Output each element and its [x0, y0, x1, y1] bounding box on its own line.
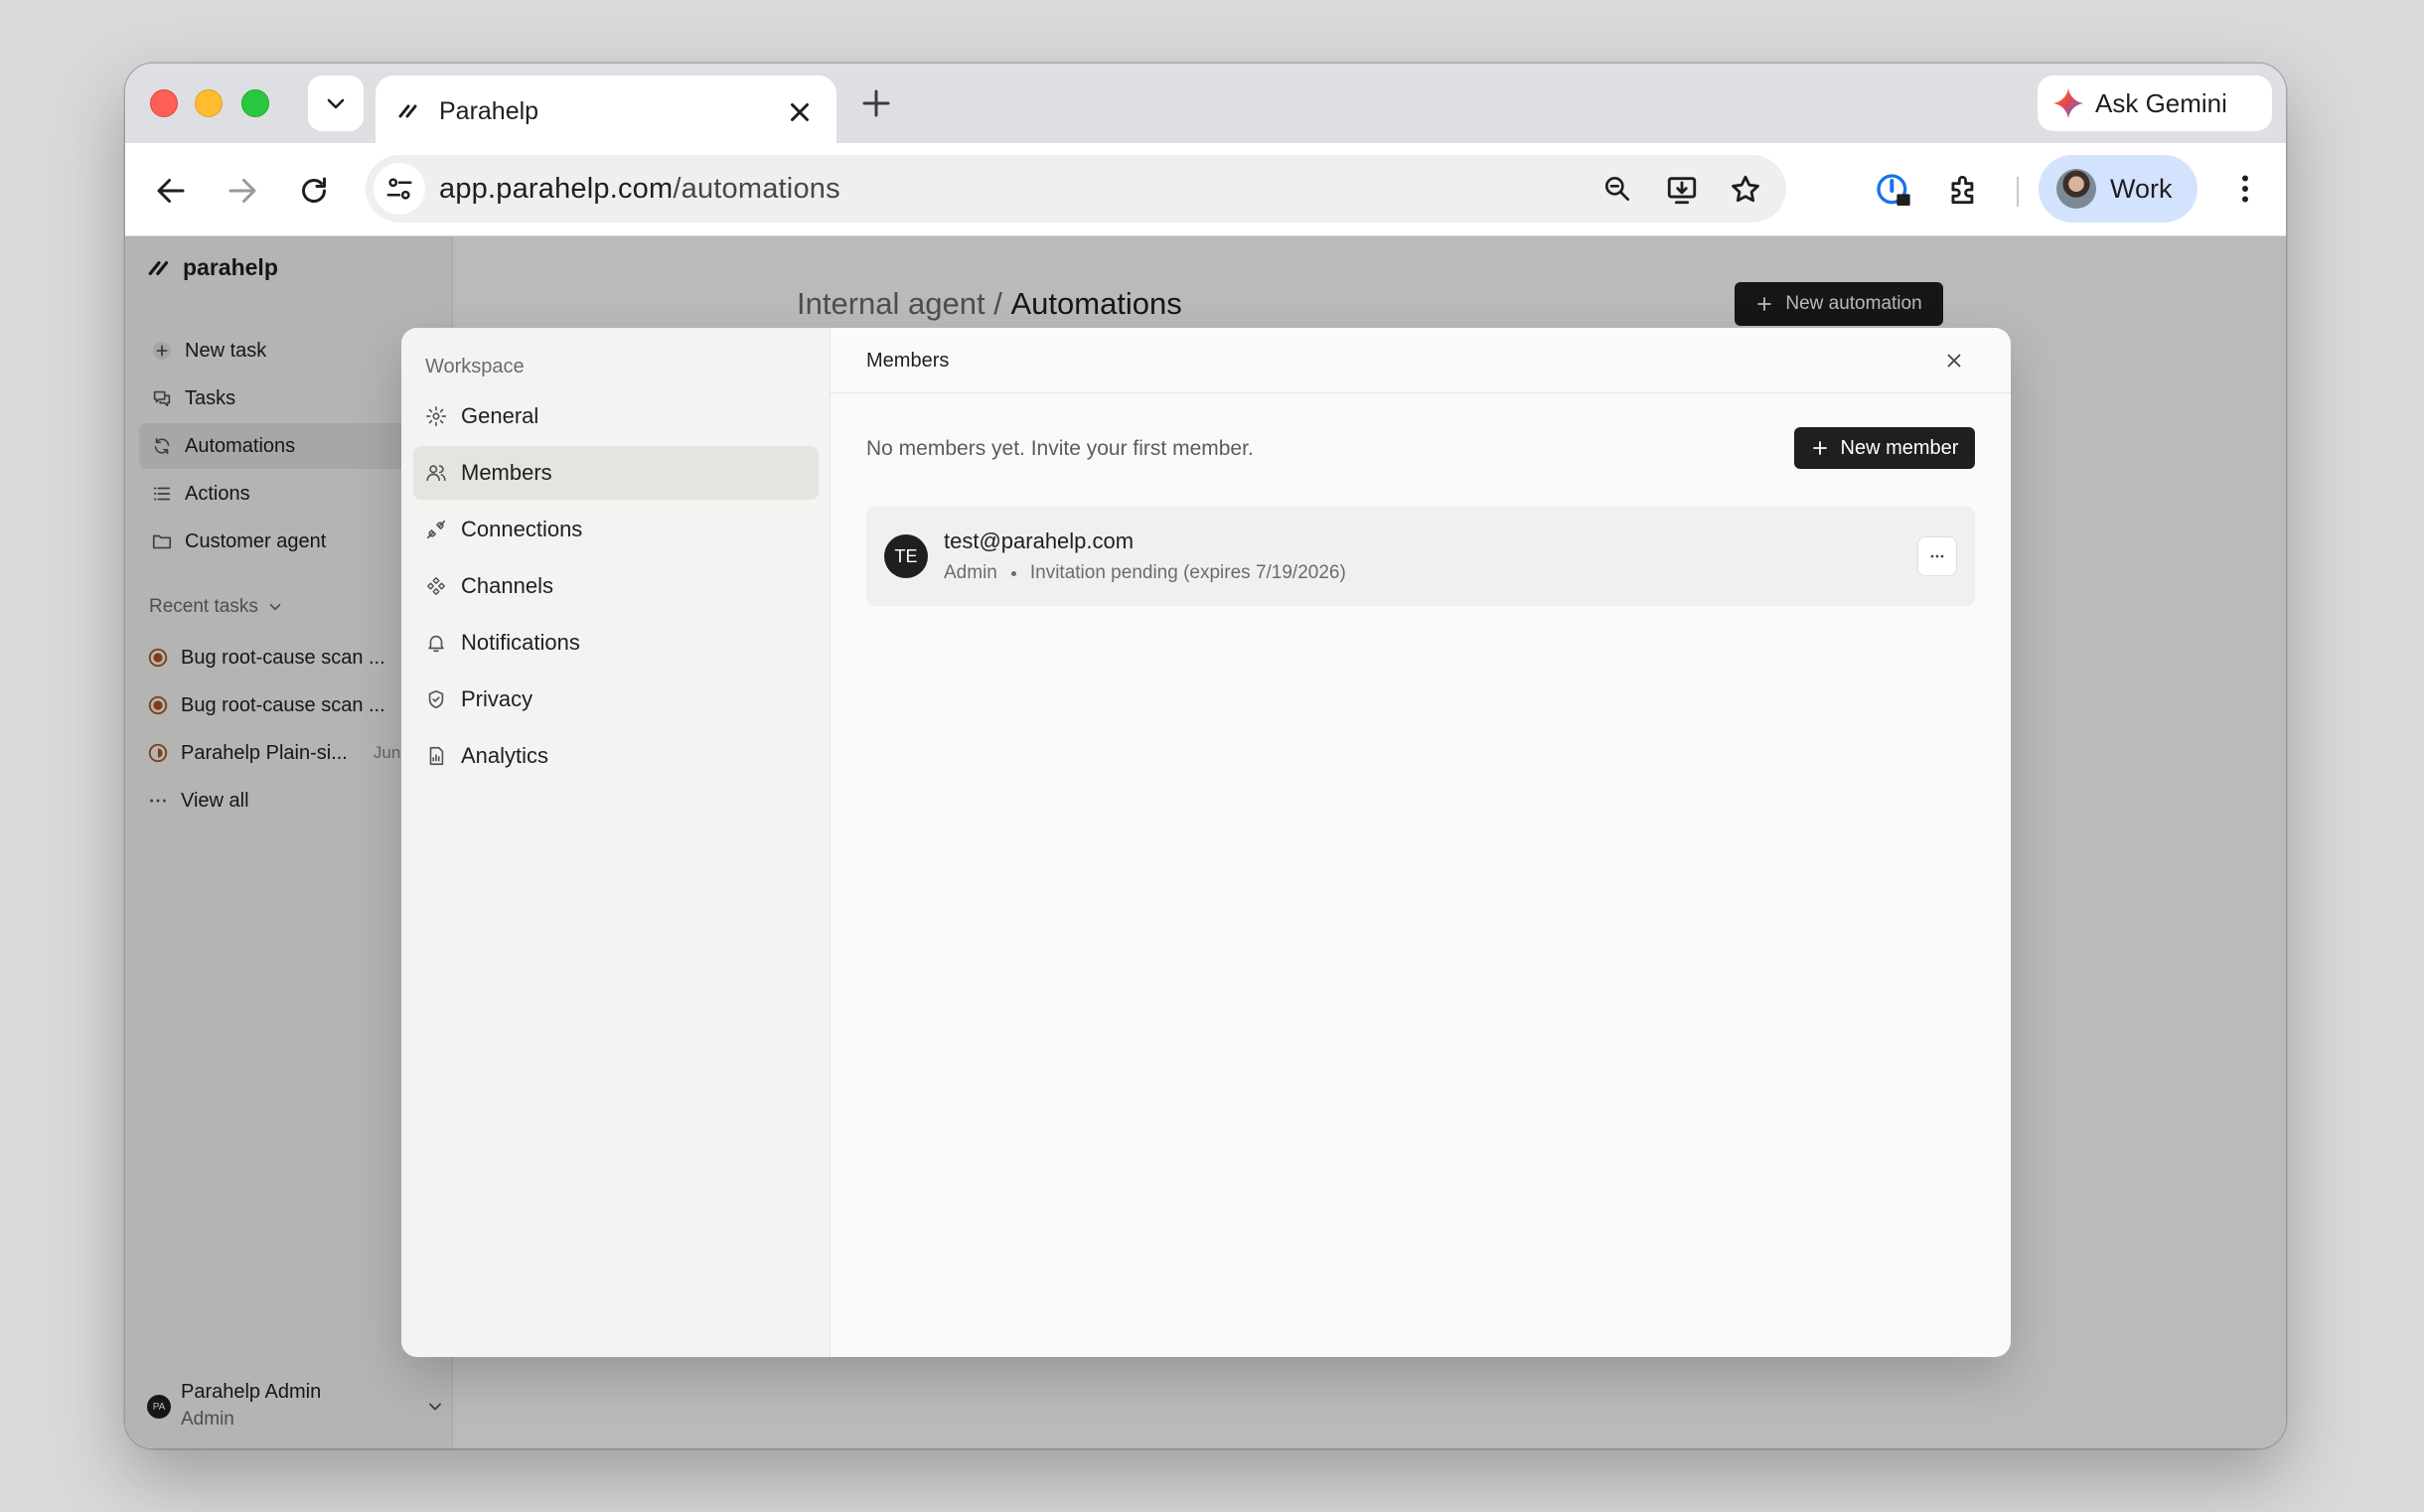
browser-menu-icon[interactable]: [2227, 171, 2263, 207]
minimize-window-button[interactable]: [195, 89, 223, 117]
extensions-puzzle-icon[interactable]: [1945, 171, 1983, 209]
shield-icon: [428, 689, 444, 709]
forward-arrow-icon[interactable]: [225, 173, 260, 209]
close-icon[interactable]: [785, 97, 815, 127]
zoom-icon[interactable]: [1601, 173, 1633, 205]
new-tab-button[interactable]: [858, 85, 894, 121]
member-meta: Admin Invitation pending (expires 7/19/2…: [944, 562, 1346, 584]
browser-toolbar: app.parahelp.com/automations Work: [125, 143, 2286, 236]
new-member-label: New member: [1840, 436, 1959, 459]
reload-icon[interactable]: [296, 173, 332, 209]
settings-nav-label: Privacy: [461, 686, 533, 711]
address-bar[interactable]: app.parahelp.com/automations: [366, 155, 1786, 223]
gear-icon: [426, 406, 446, 426]
ask-gemini-button[interactable]: Ask Gemini: [2038, 76, 2272, 131]
close-window-button[interactable]: [150, 89, 178, 117]
chevron-down-icon: [327, 98, 345, 109]
zoom-window-button[interactable]: [241, 89, 269, 117]
settings-nav: Workspace General Members Connections Ch…: [401, 328, 831, 1357]
member-email: test@parahelp.com: [944, 529, 1135, 553]
back-arrow-icon[interactable]: [153, 173, 189, 209]
members-empty-text: No members yet. Invite your first member…: [866, 437, 1254, 460]
profile-label: Work: [2110, 173, 2173, 204]
tab-search-button[interactable]: [308, 76, 364, 131]
settings-nav-label: Members: [461, 460, 552, 485]
tab-title: Parahelp: [439, 97, 539, 125]
tab-strip: Parahelp Ask Gemini: [125, 64, 2286, 155]
member-status: Invitation pending (expires 7/19/2026): [1029, 562, 1346, 583]
install-app-icon[interactable]: [1665, 173, 1699, 207]
settings-nav-privacy[interactable]: Privacy: [413, 673, 819, 726]
list-item: TE test@parahelp.com Admin Invitation pe…: [866, 507, 1975, 606]
separator-dot: [1010, 570, 1016, 576]
member-role: Admin: [944, 562, 997, 583]
member-more-button[interactable]: [1917, 536, 1957, 576]
settings-nav-connections[interactable]: Connections: [413, 503, 819, 556]
bell-icon: [428, 635, 444, 653]
settings-nav-label: Notifications: [461, 630, 580, 655]
settings-nav-label: General: [461, 403, 539, 428]
settings-section-title: Members: [866, 350, 950, 372]
chart-icon: [429, 746, 444, 766]
parahelp-logo-icon: [398, 104, 417, 118]
new-member-button[interactable]: New member: [1794, 427, 1975, 469]
settings-nav-members[interactable]: Members: [413, 446, 819, 500]
web-page: parahelp New task Tasks Automations Acti…: [125, 236, 2286, 1448]
url-text[interactable]: app.parahelp.com/automations: [439, 173, 840, 206]
users-icon: [426, 465, 446, 482]
settings-nav-label: Analytics: [461, 743, 549, 768]
profile-button[interactable]: Work: [2039, 155, 2197, 223]
url-host: app.parahelp.com: [439, 173, 674, 205]
settings-nav-heading: Workspace: [425, 356, 525, 378]
settings-content-header: Members: [831, 328, 2011, 393]
url-path: /automations: [673, 173, 840, 205]
settings-nav-channels[interactable]: Channels: [413, 559, 819, 613]
gemini-sparkle-icon: [2052, 87, 2084, 119]
close-icon[interactable]: [1943, 350, 1965, 372]
plug-icon: [426, 520, 446, 539]
plus-icon: [1812, 441, 1827, 455]
settings-nav-notifications[interactable]: Notifications: [413, 616, 819, 670]
settings-nav-general[interactable]: General: [413, 389, 819, 443]
settings-nav-analytics[interactable]: Analytics: [413, 729, 819, 783]
profile-avatar: [2056, 169, 2096, 209]
settings-content: Members No members yet. Invite your firs…: [831, 328, 2011, 1357]
ellipsis-icon: [1930, 554, 1944, 558]
site-info-button[interactable]: [374, 163, 425, 215]
password-manager-icon[interactable]: [1874, 171, 1913, 211]
gemini-label: Ask Gemini: [2095, 87, 2227, 118]
bookmark-star-icon[interactable]: [1729, 173, 1762, 207]
tune-icon: [386, 178, 412, 200]
settings-nav-label: Connections: [461, 517, 583, 541]
channels-icon: [426, 576, 446, 596]
settings-modal: Workspace General Members Connections Ch…: [401, 328, 2011, 1357]
browser-window: Parahelp Ask Gemini app.parahelp.com/aut…: [125, 64, 2286, 1448]
toolbar-divider: [2017, 177, 2019, 207]
settings-nav-label: Channels: [461, 573, 553, 598]
avatar: TE: [884, 534, 928, 578]
